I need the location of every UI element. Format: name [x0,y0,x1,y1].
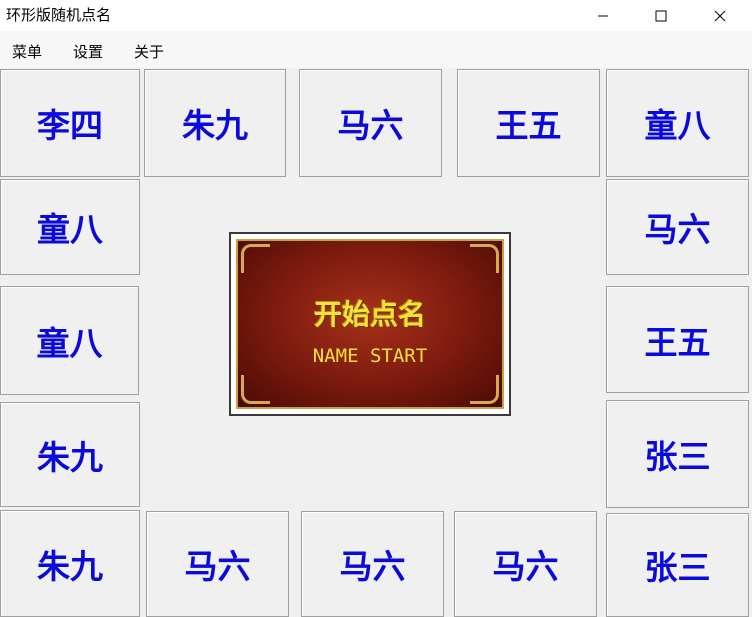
ornament-corner-icon [241,244,270,273]
name-cell[interactable]: 王五 [606,286,749,393]
name-cell[interactable]: 朱九 [0,402,140,507]
minimize-icon-glyph [598,15,608,16]
name-cell[interactable]: 张三 [606,400,749,508]
title-bar: 环形版随机点名 [0,0,752,31]
name-cell[interactable]: 张三 [606,513,749,617]
name-label: 马六 [644,210,711,249]
start-button-title: 开始点名 [313,298,426,331]
name-label: 马六 [184,547,251,586]
name-label: 马六 [337,106,404,145]
maximize-icon-glyph [655,10,667,21]
ornament-corner-icon [470,244,499,273]
name-cell[interactable]: 马六 [299,69,442,177]
ornament-corner-icon [241,375,270,404]
name-label: 张三 [644,548,711,587]
menu-item-menu[interactable]: 菜单 [12,41,42,62]
name-label: 李四 [37,106,103,145]
name-label: 童八 [36,323,103,363]
menu-bar: 菜单 设置 关于 [0,31,752,68]
close-icon[interactable] [697,0,743,31]
menu-item-settings[interactable]: 设置 [73,41,103,62]
ornament-corner-icon [470,375,499,404]
name-label: 王五 [644,322,711,362]
name-cell[interactable]: 王五 [457,69,600,177]
name-label: 童八 [644,106,711,145]
name-label: 张三 [644,437,711,476]
name-cell[interactable]: 马六 [606,179,749,275]
name-label: 童八 [37,210,103,249]
maximize-icon[interactable] [638,0,684,31]
start-button[interactable]: 开始点名 NAME START [229,232,511,416]
name-cell[interactable]: 朱九 [144,69,286,177]
name-cell[interactable]: 马六 [454,511,597,617]
start-button-panel: 开始点名 NAME START [236,239,504,409]
name-cell[interactable]: 马六 [146,511,289,617]
name-cell[interactable]: 马六 [301,511,444,617]
name-cell[interactable]: 童八 [606,69,749,177]
name-label: 马六 [339,547,406,586]
name-cell[interactable]: 李四 [0,69,140,177]
name-cell[interactable]: 朱九 [0,510,140,617]
name-cell[interactable]: 童八 [0,179,140,275]
name-label: 朱九 [182,106,248,145]
name-label: 朱九 [37,437,103,477]
name-cell[interactable]: 童八 [0,286,139,395]
name-label: 朱九 [37,546,103,586]
start-button-subtitle: NAME START [312,345,428,367]
name-label: 马六 [492,547,559,586]
minimize-icon[interactable] [580,0,626,31]
menu-item-about[interactable]: 关于 [134,41,164,62]
name-label: 王五 [495,106,562,145]
window-title: 环形版随机点名 [6,6,112,24]
close-icon-glyph [714,10,726,21]
